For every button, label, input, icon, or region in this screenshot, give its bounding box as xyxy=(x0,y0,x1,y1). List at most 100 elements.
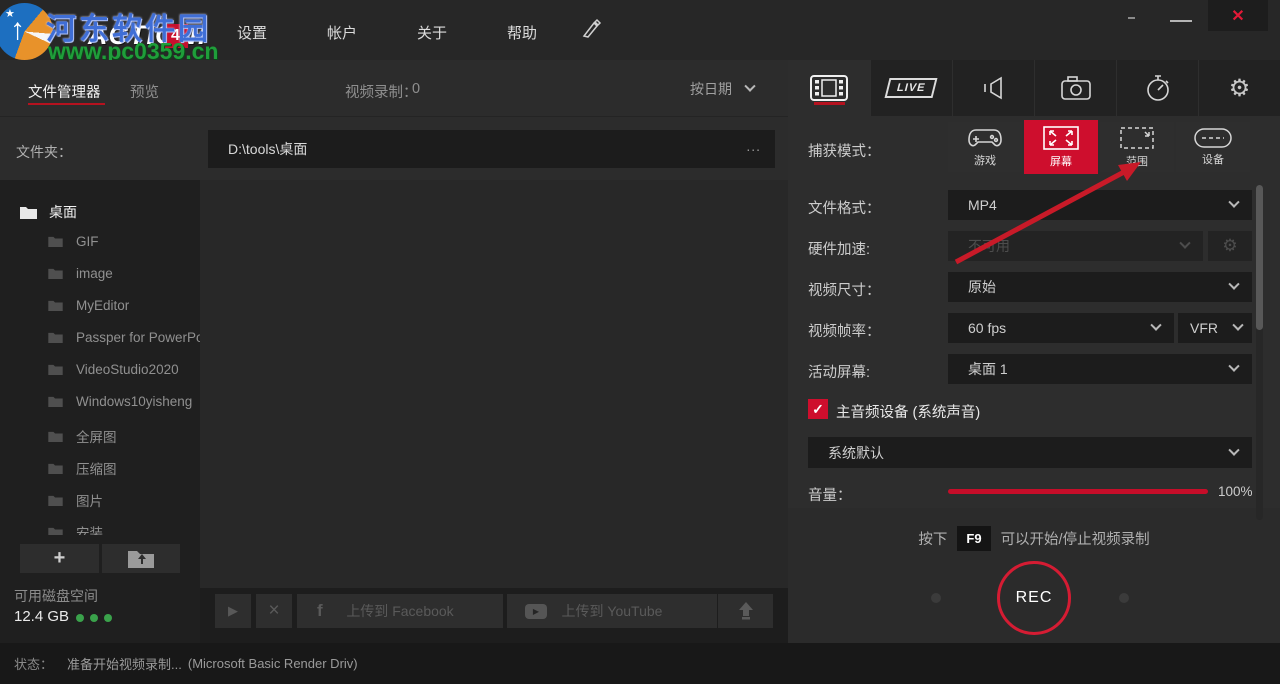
upload-facebook-button[interactable]: f 上传到 Facebook xyxy=(297,594,503,628)
folder-icon xyxy=(48,396,63,407)
tree-item[interactable]: MyEditor xyxy=(48,298,129,313)
framerate-select[interactable]: 60 fps xyxy=(948,313,1174,343)
disk-space-value: 12.4 GB xyxy=(14,608,70,625)
capture-mode-label: 捕获模式： xyxy=(808,144,881,160)
tray-minimize-icon[interactable] xyxy=(1128,17,1135,19)
tab-audio-recorder[interactable] xyxy=(952,60,1034,116)
tree-item[interactable]: 全屏图 xyxy=(48,426,117,446)
folder-icon xyxy=(48,527,63,535)
open-folder-button[interactable] xyxy=(102,544,180,573)
capture-mode-label-device: 设备 xyxy=(1202,153,1224,166)
panel-scrollbar[interactable] xyxy=(1256,185,1263,520)
tab-live-streaming[interactable]: LIVE xyxy=(870,60,952,116)
capture-mode-game[interactable]: 游戏 xyxy=(948,122,1022,172)
tab-screenshot[interactable] xyxy=(1034,60,1116,116)
tree-item[interactable]: VideoStudio2020 xyxy=(48,362,179,377)
file-manager-tab-bar: 文件管理器 预览 视频录制： 0 按日期 xyxy=(0,60,788,116)
menu-account[interactable]: 帐户 xyxy=(327,22,357,43)
folder-icon xyxy=(48,236,63,247)
active-tab-underline xyxy=(28,103,105,105)
primary-audio-checkbox[interactable]: ✓ xyxy=(808,399,828,419)
tree-item-label: image xyxy=(76,266,113,281)
video-count-value: 0 xyxy=(412,81,421,97)
recording-panel: LIVE ⚙ 捕获模式： 游戏 屏幕 范围 设备 文件格式： MP4 硬件加速:… xyxy=(788,60,1280,643)
tree-item[interactable]: Windows10yisheng xyxy=(48,394,192,409)
film-icon xyxy=(810,75,848,101)
browse-button[interactable]: ... xyxy=(746,138,761,154)
framerate-mode-value: VFR xyxy=(1190,320,1218,336)
tab-video-recorder[interactable] xyxy=(788,60,870,116)
upload-icon xyxy=(738,602,753,620)
sort-by-dropdown[interactable]: 按日期 xyxy=(690,79,756,99)
menu-about[interactable]: 关于 xyxy=(417,22,447,43)
upload-button[interactable] xyxy=(718,594,773,628)
video-size-select[interactable]: 原始 xyxy=(948,272,1252,302)
gamepad-icon xyxy=(968,128,1002,146)
region-icon xyxy=(1120,126,1154,149)
hotkey-prefix: 按下 xyxy=(918,532,948,548)
upload-youtube-button[interactable]: ▶ 上传到 YouTube xyxy=(507,594,717,628)
live-icon: LIVE xyxy=(884,78,939,98)
capture-mode-region[interactable]: 范围 xyxy=(1100,122,1174,172)
file-format-select[interactable]: MP4 xyxy=(948,190,1252,220)
tree-item-label: 全屏图 xyxy=(76,430,117,445)
folder-import-icon xyxy=(128,550,154,568)
side-dot xyxy=(931,593,941,603)
volume-slider[interactable] xyxy=(948,489,1208,494)
rec-button[interactable]: REC xyxy=(997,561,1071,635)
side-dot xyxy=(1119,593,1129,603)
tree-item-label: Passper for PowerPo... xyxy=(76,330,200,345)
status-label: 状态： xyxy=(14,657,54,672)
stopwatch-icon xyxy=(1146,75,1169,101)
framerate-label: 视频帧率： xyxy=(808,324,881,340)
tree-item[interactable]: Passper for PowerPo... xyxy=(48,330,200,345)
status-message: 准备开始视频录制... xyxy=(67,657,182,672)
upload-facebook-label: 上传到 Facebook xyxy=(346,603,454,619)
minimize-button[interactable] xyxy=(1170,20,1192,22)
active-screen-select[interactable]: 桌面 1 xyxy=(948,354,1252,384)
tree-item[interactable]: 安装 xyxy=(48,522,103,535)
tree-root-desktop[interactable]: 桌面 xyxy=(20,202,77,222)
mode-tab-bar: LIVE ⚙ xyxy=(788,60,1280,116)
status-driver: (Microsoft Basic Render Driv) xyxy=(187,656,358,671)
hw-accel-value: 不可用 xyxy=(968,238,1010,254)
pen-icon[interactable] xyxy=(580,18,602,44)
folder-icon xyxy=(48,332,63,343)
menu-settings[interactable]: 设置 xyxy=(237,22,267,43)
tree-item[interactable]: image xyxy=(48,266,113,281)
video-size-label: 视频尺寸： xyxy=(808,283,881,299)
framerate-mode-select[interactable]: VFR xyxy=(1178,313,1252,343)
tree-item[interactable]: GIF xyxy=(48,234,99,249)
framerate-value: 60 fps xyxy=(968,320,1007,336)
facebook-icon: f xyxy=(317,601,323,620)
youtube-icon: ▶ xyxy=(525,603,547,619)
folder-icon xyxy=(20,206,37,219)
file-format-label: 文件格式： xyxy=(808,201,881,217)
delete-button[interactable]: × xyxy=(256,594,292,628)
tab-settings[interactable]: ⚙ xyxy=(1198,60,1280,116)
tree-item[interactable]: 压缩图 xyxy=(48,458,117,478)
play-button[interactable]: ▶ xyxy=(215,594,251,628)
hotkey-hint: 按下 F9 可以开始/停止视频录制 xyxy=(788,526,1280,551)
folder-path-input[interactable]: D:\tools\桌面 ... xyxy=(208,130,775,168)
tab-file-manager[interactable]: 文件管理器 xyxy=(28,81,101,102)
close-button[interactable]: ✕ xyxy=(1208,0,1268,31)
camera-icon xyxy=(1060,76,1091,100)
tab-timer[interactable] xyxy=(1116,60,1198,116)
sort-by-label: 按日期 xyxy=(690,81,732,97)
capture-mode-device[interactable]: 设备 xyxy=(1176,122,1250,172)
chevron-down-icon xyxy=(1228,444,1240,456)
capture-mode-screen[interactable]: 屏幕 xyxy=(1024,120,1098,174)
add-folder-button[interactable]: + xyxy=(20,544,99,573)
app-window: ★ ↑ ACTION! 4 河东软件园 www.pc0359.cn 设置 帐户 … xyxy=(0,0,1280,684)
tab-preview[interactable]: 预览 xyxy=(130,81,159,102)
menu-help[interactable]: 帮助 xyxy=(507,22,537,43)
file-format-value: MP4 xyxy=(968,197,997,213)
up-arrow-icon: ↑ xyxy=(10,13,25,46)
hw-accel-label: 硬件加速: xyxy=(808,242,871,258)
tree-item-label: GIF xyxy=(76,234,99,249)
scrollbar-thumb[interactable] xyxy=(1256,185,1263,330)
tree-item[interactable]: 图片 xyxy=(48,490,103,510)
folder-icon xyxy=(48,364,63,375)
audio-device-select[interactable]: 系统默认 xyxy=(808,437,1252,468)
